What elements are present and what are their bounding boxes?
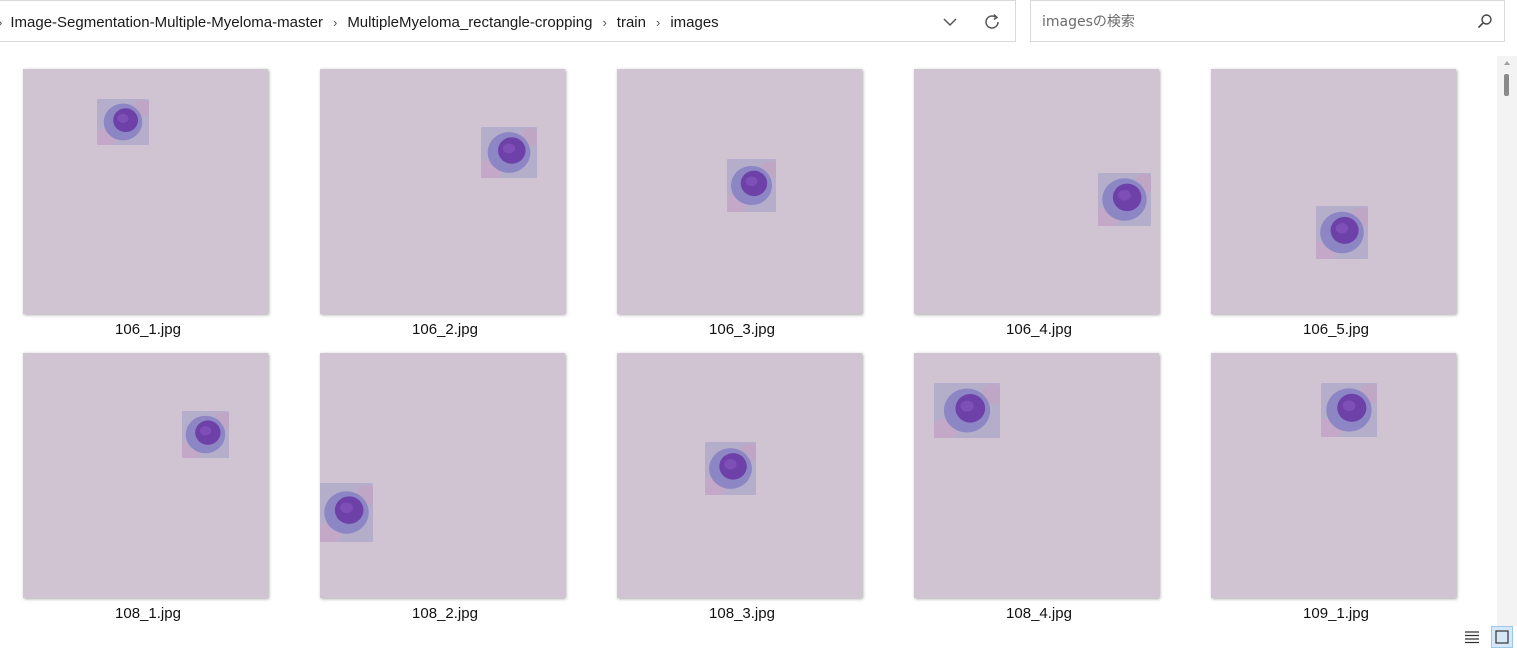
- breadcrumb-item[interactable]: images: [670, 14, 718, 31]
- cell-image: [182, 411, 229, 458]
- large-icons-view-button[interactable]: [1491, 626, 1513, 648]
- address-bar[interactable]: › Image-Segmentation-Multiple-Myeloma-ma…: [0, 0, 1016, 42]
- search-input[interactable]: [1040, 1, 1464, 43]
- refresh-icon: [985, 13, 999, 29]
- cell-image: [934, 383, 1000, 438]
- vertical-scrollbar[interactable]: [1497, 56, 1517, 626]
- refresh-button[interactable]: [977, 1, 1007, 43]
- image-thumbnail: [617, 69, 862, 314]
- image-thumbnail: [617, 353, 862, 598]
- file-name: 109_1.jpg: [1303, 605, 1369, 622]
- details-view-button[interactable]: [1461, 626, 1483, 648]
- search-box[interactable]: [1030, 0, 1505, 43]
- file-name: 108_4.jpg: [1006, 605, 1072, 622]
- breadcrumb-item[interactable]: Image-Segmentation-Multiple-Myeloma-mast…: [10, 14, 323, 31]
- image-thumbnail: [914, 69, 1159, 314]
- view-switcher: [1457, 624, 1517, 650]
- file-name: 106_3.jpg: [709, 321, 775, 338]
- breadcrumb-item[interactable]: train: [617, 14, 646, 31]
- cell-image: [481, 127, 537, 178]
- image-thumbnail: [320, 69, 565, 314]
- address-history-button[interactable]: [935, 1, 965, 43]
- explorer-toolbar: › Image-Segmentation-Multiple-Myeloma-ma…: [0, 0, 1517, 43]
- search-button[interactable]: [1472, 1, 1498, 41]
- scroll-up-arrow[interactable]: [1497, 56, 1517, 70]
- file-name: 108_3.jpg: [709, 605, 775, 622]
- chevron-right-icon[interactable]: ›: [656, 15, 660, 30]
- details-view-icon: [1465, 631, 1479, 644]
- cell-image: [727, 159, 776, 212]
- triangle-up-icon: [1504, 61, 1510, 65]
- image-thumbnail: [23, 69, 268, 314]
- scrollbar-thumb[interactable]: [1504, 74, 1509, 96]
- cell-image: [705, 442, 756, 495]
- cell-image: [1316, 206, 1368, 259]
- file-name: 106_2.jpg: [412, 321, 478, 338]
- cell-image: [320, 483, 373, 542]
- image-thumbnail: [1211, 353, 1456, 598]
- file-name: 106_1.jpg: [115, 321, 181, 338]
- chevron-right-icon[interactable]: ›: [333, 15, 337, 30]
- large-icons-view-icon: [1495, 630, 1509, 644]
- image-thumbnail: [1211, 69, 1456, 314]
- cell-image: [97, 99, 149, 145]
- chevron-right-icon[interactable]: ›: [0, 15, 2, 30]
- image-thumbnail: [914, 353, 1159, 598]
- chevron-down-icon: [943, 17, 957, 26]
- search-icon: [1477, 14, 1492, 29]
- cell-image: [1321, 383, 1377, 437]
- chevron-right-icon[interactable]: ›: [602, 15, 606, 30]
- breadcrumb: › Image-Segmentation-Multiple-Myeloma-ma…: [0, 1, 719, 43]
- file-name: 106_4.jpg: [1006, 321, 1072, 338]
- cell-image: [1098, 173, 1151, 226]
- file-name: 108_2.jpg: [412, 605, 478, 622]
- file-name: 106_5.jpg: [1303, 321, 1369, 338]
- breadcrumb-item[interactable]: MultipleMyeloma_rectangle-cropping: [347, 14, 592, 31]
- file-name: 108_1.jpg: [115, 605, 181, 622]
- image-thumbnail: [320, 353, 565, 598]
- image-thumbnail: [23, 353, 268, 598]
- file-grid: 106_1.jpg 106_2.jpg 106_3.jpg 106_4.jpg 106_…: [0, 43, 1497, 623]
